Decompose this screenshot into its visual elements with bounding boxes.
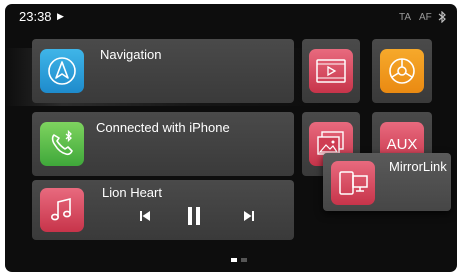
video-film-icon	[309, 49, 353, 93]
clock: 23:38	[19, 9, 52, 24]
navigation-arrow-icon	[40, 49, 84, 93]
settings-wheel-icon	[380, 49, 424, 93]
settings-tile[interactable]	[372, 39, 432, 103]
music-note-icon	[40, 188, 84, 232]
af-indicator: AF	[419, 12, 432, 23]
page-indicator	[231, 258, 247, 262]
bluetooth-phone-icon	[40, 122, 84, 166]
head-unit-screen: 23:38 ▶ TA AF Navigation Connected with …	[5, 4, 457, 272]
bluetooth-icon	[437, 10, 447, 28]
phone-status-label: Connected with iPhone	[96, 120, 230, 135]
navigation-tile[interactable]: Navigation	[32, 39, 294, 103]
mirrorlink-tile[interactable]: MirrorLink	[323, 153, 451, 211]
ta-indicator: TA	[399, 12, 412, 23]
music-tile[interactable]: Lion Heart	[32, 180, 294, 240]
mirrorlink-label: MirrorLink	[389, 159, 447, 174]
track-title: Lion Heart	[102, 185, 162, 200]
video-tile[interactable]	[302, 39, 360, 103]
status-bar: 23:38 ▶ TA AF	[5, 4, 457, 26]
page-dot[interactable]	[241, 258, 247, 262]
next-track-icon[interactable]	[242, 208, 256, 224]
phone-tile[interactable]: Connected with iPhone	[32, 112, 294, 176]
previous-track-icon[interactable]	[138, 208, 152, 224]
page-dot-active[interactable]	[231, 258, 237, 262]
mirrorlink-devices-icon	[331, 161, 375, 205]
play-status-icon: ▶	[57, 11, 64, 21]
navigation-label: Navigation	[100, 47, 162, 62]
pause-icon[interactable]	[186, 205, 202, 227]
